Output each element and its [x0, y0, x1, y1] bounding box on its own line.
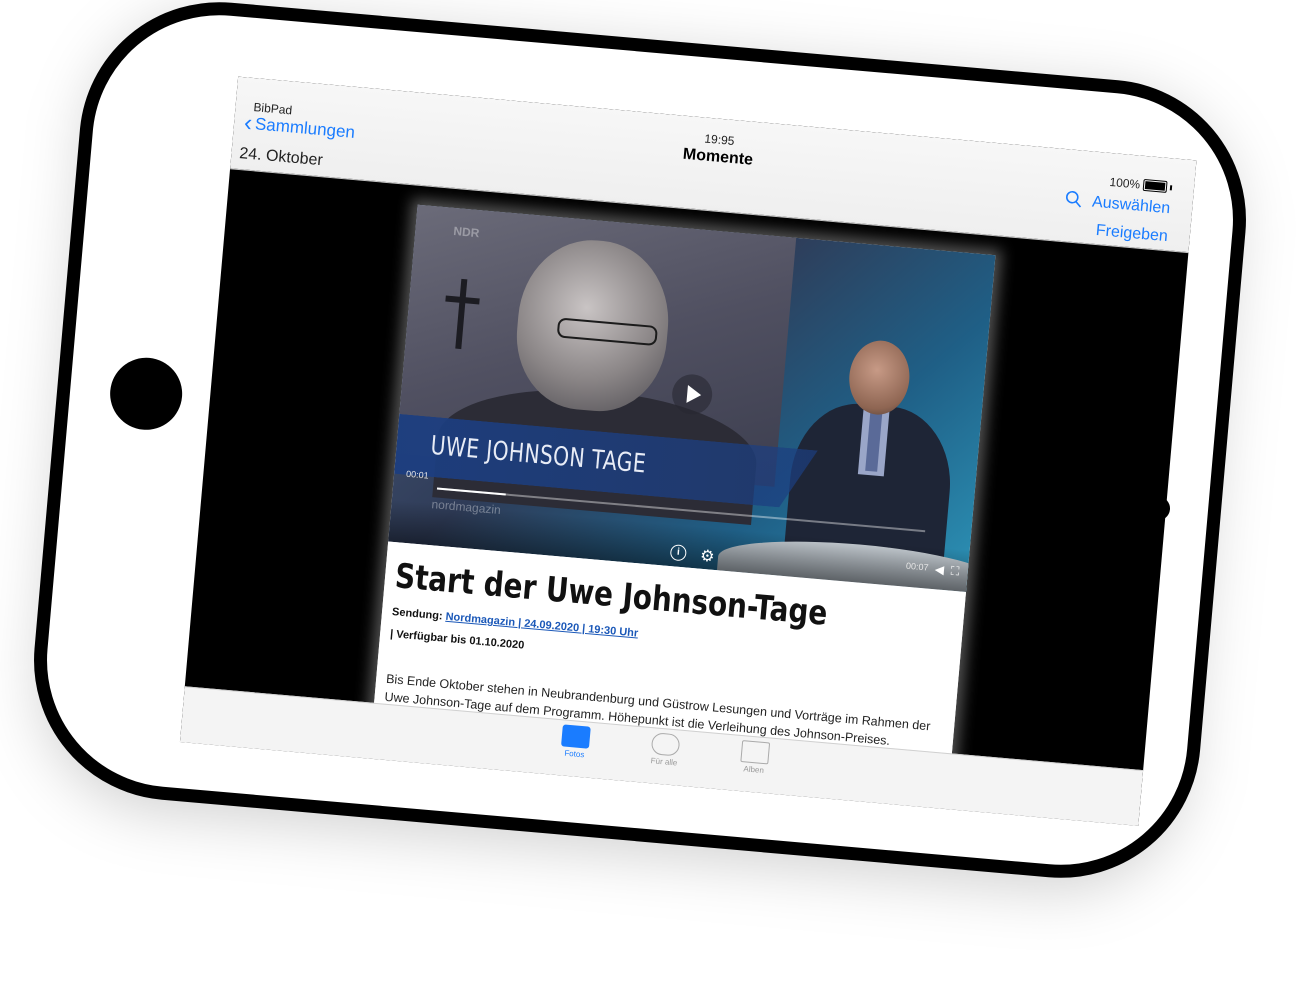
chevron-left-icon: ‹: [242, 109, 254, 137]
moment-date: 24. Oktober: [238, 145, 324, 170]
back-button[interactable]: ‹ Sammlungen: [242, 109, 356, 143]
video-player[interactable]: NDR UWE JOHNSON TAGE 00:01 nordmagazin i…: [388, 204, 996, 592]
battery-indicator: 100%: [1109, 175, 1173, 194]
tab-label: Alben: [743, 764, 765, 776]
availability-info: | Verfügbar bis 01.10.2020: [389, 627, 525, 652]
tab-photos[interactable]: Fotos: [534, 722, 617, 762]
tab-shared[interactable]: Für alle: [624, 730, 707, 770]
tab-albums[interactable]: Alben: [713, 738, 796, 778]
tab-label: Für alle: [650, 756, 678, 768]
photos-icon: [561, 724, 591, 749]
select-button[interactable]: Auswählen: [1091, 194, 1170, 219]
photos-navigation-bar: BibPad ‹ Sammlungen 24. Oktober 19:95 Mo…: [230, 76, 1197, 254]
cloud-icon: [650, 732, 681, 757]
broadcast-label: Sendung:: [391, 606, 444, 623]
broadcaster-watermark: NDR: [452, 223, 481, 241]
battery-percentage: 100%: [1108, 174, 1141, 192]
cross-shape: [455, 278, 468, 350]
elapsed-time: 00:01: [405, 468, 430, 481]
search-icon[interactable]: [1064, 189, 1084, 209]
tablet-device: BibPad ‹ Sammlungen 24. Oktober 19:95 Mo…: [22, 0, 1258, 890]
back-button-label: Sammlungen: [254, 114, 356, 142]
total-time: 00:07: [905, 560, 929, 573]
tablet-screen: BibPad ‹ Sammlungen 24. Oktober 19:95 Mo…: [179, 76, 1197, 826]
screenshot-content: NDR UWE JOHNSON TAGE 00:01 nordmagazin i…: [371, 204, 996, 782]
battery-tip: [1169, 184, 1173, 190]
volume-icon[interactable]: ◀: [934, 562, 944, 577]
share-button[interactable]: Freigeben: [1095, 222, 1168, 246]
gear-icon[interactable]: ⚙: [699, 546, 715, 567]
fullscreen-icon[interactable]: ⛶: [950, 564, 960, 580]
album-icon: [740, 740, 771, 765]
battery-icon: [1142, 178, 1168, 193]
page-title: Momente: [682, 145, 754, 169]
home-button[interactable]: [107, 354, 186, 433]
tab-label: Fotos: [564, 748, 585, 760]
